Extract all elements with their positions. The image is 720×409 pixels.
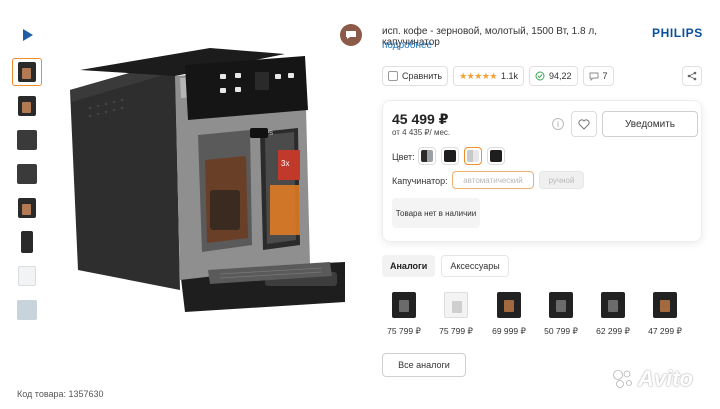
analog-price: 75 799 ₽ xyxy=(439,326,473,336)
chat-icon[interactable] xyxy=(340,24,362,46)
analog-price: 62 299 ₽ xyxy=(596,326,630,336)
color-swatch-black[interactable] xyxy=(441,147,459,165)
color-swatch-black-2[interactable] xyxy=(487,147,505,165)
analog-price: 75 799 ₽ xyxy=(387,326,421,336)
thumbnail-4[interactable] xyxy=(12,160,42,188)
analog-item[interactable]: 47 299 ₽ xyxy=(643,290,687,337)
reliability-value: 94,22 xyxy=(548,71,572,81)
notify-button[interactable]: Уведомить xyxy=(602,111,698,137)
share-button[interactable] xyxy=(682,66,702,86)
cappuccinator-manual-option[interactable]: ручной xyxy=(539,171,584,189)
analog-price: 50 799 ₽ xyxy=(544,326,578,336)
cappuccinator-label: Капучинатор: xyxy=(392,176,448,186)
analog-item[interactable]: 75 799 ₽ xyxy=(382,290,426,337)
analog-image xyxy=(392,292,416,318)
reliability-badge[interactable]: 94,22 xyxy=(528,66,578,86)
thumbnail-7[interactable] xyxy=(12,262,42,290)
thumbnail-8[interactable] xyxy=(12,296,42,324)
analog-image xyxy=(601,292,625,318)
analog-item[interactable]: 62 299 ₽ xyxy=(591,290,635,337)
color-label: Цвет: xyxy=(392,152,415,162)
all-analogs-button[interactable]: Все аналоги xyxy=(382,353,466,377)
stats-row: Сравнить ★★★★★ 1.1k 94,22 7 xyxy=(382,66,614,86)
thumbnail-5[interactable] xyxy=(12,194,42,222)
thumbnail-1[interactable] xyxy=(12,58,42,86)
compare-checkbox[interactable] xyxy=(388,71,398,81)
analog-price: 47 299 ₽ xyxy=(648,326,682,336)
analog-price: 69 999 ₽ xyxy=(492,326,526,336)
comment-icon xyxy=(589,72,598,81)
comments-count: 7 xyxy=(602,71,608,81)
info-icon[interactable]: i xyxy=(552,118,564,130)
brand-logo[interactable]: PHILIPS xyxy=(652,26,703,40)
product-image[interactable]: 3x PHILIPS xyxy=(60,40,360,330)
analog-image xyxy=(549,292,573,318)
analogs-list: 75 799 ₽ 75 799 ₽ 69 999 ₽ 50 799 ₽ 62 2… xyxy=(382,290,702,338)
watermark-text: Avito xyxy=(638,366,693,391)
wishlist-button[interactable] xyxy=(571,111,597,137)
analog-image xyxy=(653,292,677,318)
color-swatch-black-silver[interactable] xyxy=(418,147,436,165)
play-video-button[interactable] xyxy=(14,22,42,48)
comments-badge[interactable]: 7 xyxy=(582,66,614,86)
stock-status: Товара нет в наличии xyxy=(392,198,480,228)
rating-stars: ★★★★★ xyxy=(459,70,497,81)
color-swatches xyxy=(418,147,505,165)
analog-item[interactable]: 69 999 ₽ xyxy=(487,290,531,337)
cappuccinator-auto-option[interactable]: автоматический xyxy=(452,171,534,189)
related-tabs: Аналоги Аксессуары xyxy=(382,255,509,277)
product-code: Код товара: 1357630 xyxy=(17,389,104,399)
analog-image xyxy=(444,292,468,318)
price: 45 499 ₽ xyxy=(392,111,449,127)
buy-card: 45 499 ₽ от 4 435 ₽/ мес. i Уведомить Цв… xyxy=(382,100,702,242)
avito-logo-icon xyxy=(613,370,632,388)
analog-item[interactable]: 50 799 ₽ xyxy=(539,290,583,337)
play-icon xyxy=(23,29,33,41)
rating-badge[interactable]: ★★★★★ 1.1k xyxy=(453,66,524,86)
color-swatch-silver[interactable] xyxy=(464,147,482,165)
avito-watermark: Avito xyxy=(612,366,693,392)
thumbnail-3[interactable] xyxy=(12,126,42,154)
tab-accessories[interactable]: Аксессуары xyxy=(441,255,509,277)
analog-item[interactable]: 75 799 ₽ xyxy=(434,290,478,337)
installment-info[interactable]: от 4 435 ₽/ мес. xyxy=(392,128,450,137)
more-details-link[interactable]: подробнее xyxy=(382,40,432,51)
heart-icon xyxy=(578,118,590,130)
compare-label: Сравнить xyxy=(402,71,443,81)
compare-toggle[interactable]: Сравнить xyxy=(382,66,449,86)
analog-image xyxy=(497,292,521,318)
share-icon xyxy=(687,71,697,81)
thumbnail-2[interactable] xyxy=(12,92,42,120)
thumbnail-strip xyxy=(12,22,44,330)
shield-check-icon xyxy=(535,71,545,81)
screen-label: 3x xyxy=(281,159,289,168)
tab-analogs[interactable]: Аналоги xyxy=(382,255,436,277)
rating-count: 1.1k xyxy=(500,71,518,81)
thumbnail-6[interactable] xyxy=(12,228,42,256)
